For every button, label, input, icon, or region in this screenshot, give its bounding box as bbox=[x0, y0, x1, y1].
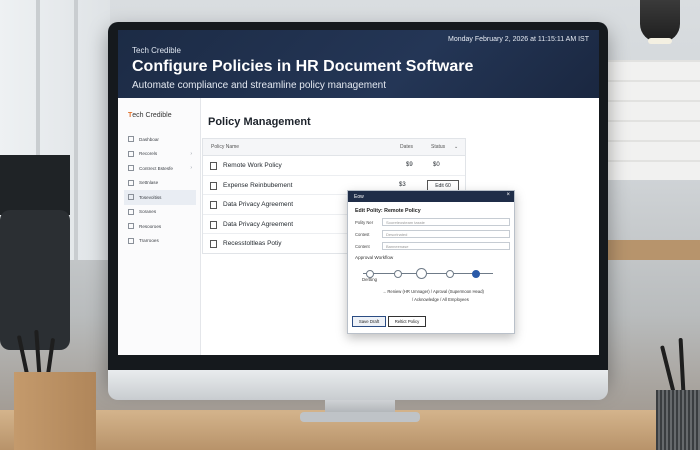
content-field: Content Banneenase bbox=[355, 242, 510, 251]
nav-icon bbox=[128, 150, 134, 157]
table-row[interactable]: Remote Work Policy $9 $0 bbox=[203, 156, 465, 176]
nav-icon bbox=[128, 165, 134, 172]
sidebar-item-settings[interactable]: Settnlase bbox=[124, 176, 196, 191]
policy-status: $0 bbox=[433, 162, 440, 168]
banner-subline: Automate compliance and streamline polic… bbox=[132, 80, 387, 91]
nav-icon bbox=[128, 223, 134, 230]
policy-name: Recesstoltleas Potiy bbox=[223, 240, 282, 248]
policy-name: Data Privacy Agreement bbox=[223, 201, 294, 209]
policy-name: Expense Reinbubement bbox=[223, 181, 293, 189]
sidebar-item-label: Trarrooes bbox=[139, 238, 159, 244]
sidebar-item-label: Soranes bbox=[139, 209, 157, 215]
banner-datetime: Monday February 2, 2026 at 11:15:11 AM I… bbox=[448, 36, 589, 43]
column-header-status[interactable]: Status bbox=[431, 144, 445, 150]
sidebar-logo-text: ech Credible bbox=[132, 112, 172, 119]
field-label: Polity Ner bbox=[355, 220, 374, 225]
workflow-step-dot[interactable] bbox=[446, 270, 454, 278]
monitor-stand-base bbox=[300, 412, 420, 422]
sidebar-logo[interactable]: Tech Credible bbox=[128, 112, 172, 119]
mesh-pencil-cup bbox=[656, 390, 700, 450]
edit-policy-dialog: Eow × Edit Polity: Remote Policy Polity … bbox=[347, 190, 515, 334]
workflow-step-dot[interactable] bbox=[394, 270, 402, 278]
sidebar-item-dashboard[interactable]: Dashboar bbox=[124, 132, 196, 147]
sidebar-item-shares[interactable]: Soranes bbox=[124, 205, 196, 220]
chevron-right-icon: › bbox=[190, 165, 192, 172]
save-draft-button[interactable]: Save Draft bbox=[352, 316, 386, 327]
workflow-end-dot[interactable] bbox=[472, 270, 480, 278]
background-monitor bbox=[0, 155, 70, 215]
hero-banner: Tech Credible Monday February 2, 2026 at… bbox=[118, 30, 599, 98]
sidebar-item-label: Resooroes bbox=[139, 223, 162, 229]
window-mullion bbox=[74, 0, 78, 260]
policy-dates: $9 bbox=[406, 162, 413, 168]
nav-icon bbox=[128, 179, 134, 186]
column-header-dates[interactable]: Dates bbox=[400, 144, 413, 150]
document-icon bbox=[210, 201, 217, 210]
workflow-steps-text: / Acknowledge / All Employees bbox=[412, 297, 469, 302]
monitor-chin bbox=[108, 370, 608, 400]
table-header: Policy Name Dates Status ⌄ bbox=[203, 139, 465, 156]
column-header-name[interactable]: Policy Name bbox=[211, 144, 239, 150]
sidebar-item-records[interactable]: Recorels › bbox=[124, 147, 196, 162]
dialog-header-label: Eow bbox=[354, 193, 364, 200]
policy-name: Remote Work Policy bbox=[223, 162, 282, 169]
sidebar: Tech Credible Dashboar Recorels › Contrec… bbox=[118, 98, 201, 355]
background-desk bbox=[600, 240, 700, 260]
background-shelf bbox=[600, 60, 700, 180]
policy-name-field: Polity Ner Sooreteosteam tasste bbox=[355, 218, 510, 227]
sidebar-nav: Dashboar Recorels › Contrect Bstesfe › Set… bbox=[124, 132, 196, 248]
sidebar-item-policies[interactable]: Tosevoltiss bbox=[124, 190, 196, 205]
pencil bbox=[678, 337, 686, 394]
workflow-label: Approval Workflow bbox=[355, 255, 394, 260]
pendant-lamp bbox=[640, 0, 680, 42]
content-input[interactable]: Banneenase bbox=[382, 242, 510, 250]
policy-name: Data Privacy Agreement bbox=[223, 220, 294, 228]
reject-policy-button[interactable]: Reltict Policy bbox=[388, 316, 426, 327]
close-icon[interactable]: × bbox=[506, 192, 510, 198]
field-label: Content bbox=[355, 244, 370, 249]
background-chair bbox=[0, 210, 70, 350]
sidebar-item-trainings[interactable]: Trarrooes bbox=[124, 234, 196, 249]
sidebar-item-label: Settnlase bbox=[139, 180, 159, 186]
document-icon bbox=[210, 220, 217, 229]
nav-icon bbox=[128, 136, 134, 143]
pencil-cup bbox=[14, 372, 96, 450]
pencil bbox=[660, 345, 676, 395]
chevron-right-icon: › bbox=[190, 150, 192, 157]
document-icon bbox=[210, 181, 217, 190]
workflow-steps-text: → Reniew (HR Umnager) / Aproval (Supermo… bbox=[382, 289, 484, 294]
sidebar-item-label: Recorels bbox=[139, 151, 158, 157]
lamp-glow bbox=[648, 38, 672, 44]
nav-icon bbox=[128, 194, 134, 201]
workflow-start-label: Dertting bbox=[362, 277, 378, 282]
sidebar-item-contract[interactable]: Contrect Bstesfe › bbox=[124, 161, 196, 176]
sidebar-item-label: Contrect Bstesfe bbox=[139, 165, 173, 171]
field-label: Contest bbox=[355, 232, 370, 237]
policy-dates: $3 bbox=[399, 181, 406, 188]
context-field: Contest Descrinated bbox=[355, 230, 510, 239]
chevron-down-icon[interactable]: ⌄ bbox=[454, 144, 458, 150]
document-icon bbox=[210, 162, 217, 170]
dialog-title: Edit Polity: Remote Policy bbox=[355, 208, 421, 214]
nav-icon bbox=[128, 237, 134, 244]
page-title: Policy Management bbox=[208, 116, 311, 128]
policy-name-input[interactable]: Sooreteosteam tasste bbox=[382, 218, 510, 226]
banner-brand: Tech Credible bbox=[132, 46, 181, 55]
sidebar-item-label: Tosevoltiss bbox=[139, 194, 162, 200]
nav-icon bbox=[128, 208, 134, 215]
sidebar-item-label: Dashboar bbox=[139, 136, 159, 142]
banner-headline: Configure Policies in HR Document Softwa… bbox=[132, 58, 474, 75]
dialog-header: Eow × bbox=[348, 191, 514, 202]
document-icon bbox=[210, 240, 217, 249]
workflow-step-dot[interactable] bbox=[416, 268, 427, 279]
context-input[interactable]: Descrinated bbox=[382, 230, 510, 238]
sidebar-item-resources[interactable]: Resooroes bbox=[124, 219, 196, 234]
